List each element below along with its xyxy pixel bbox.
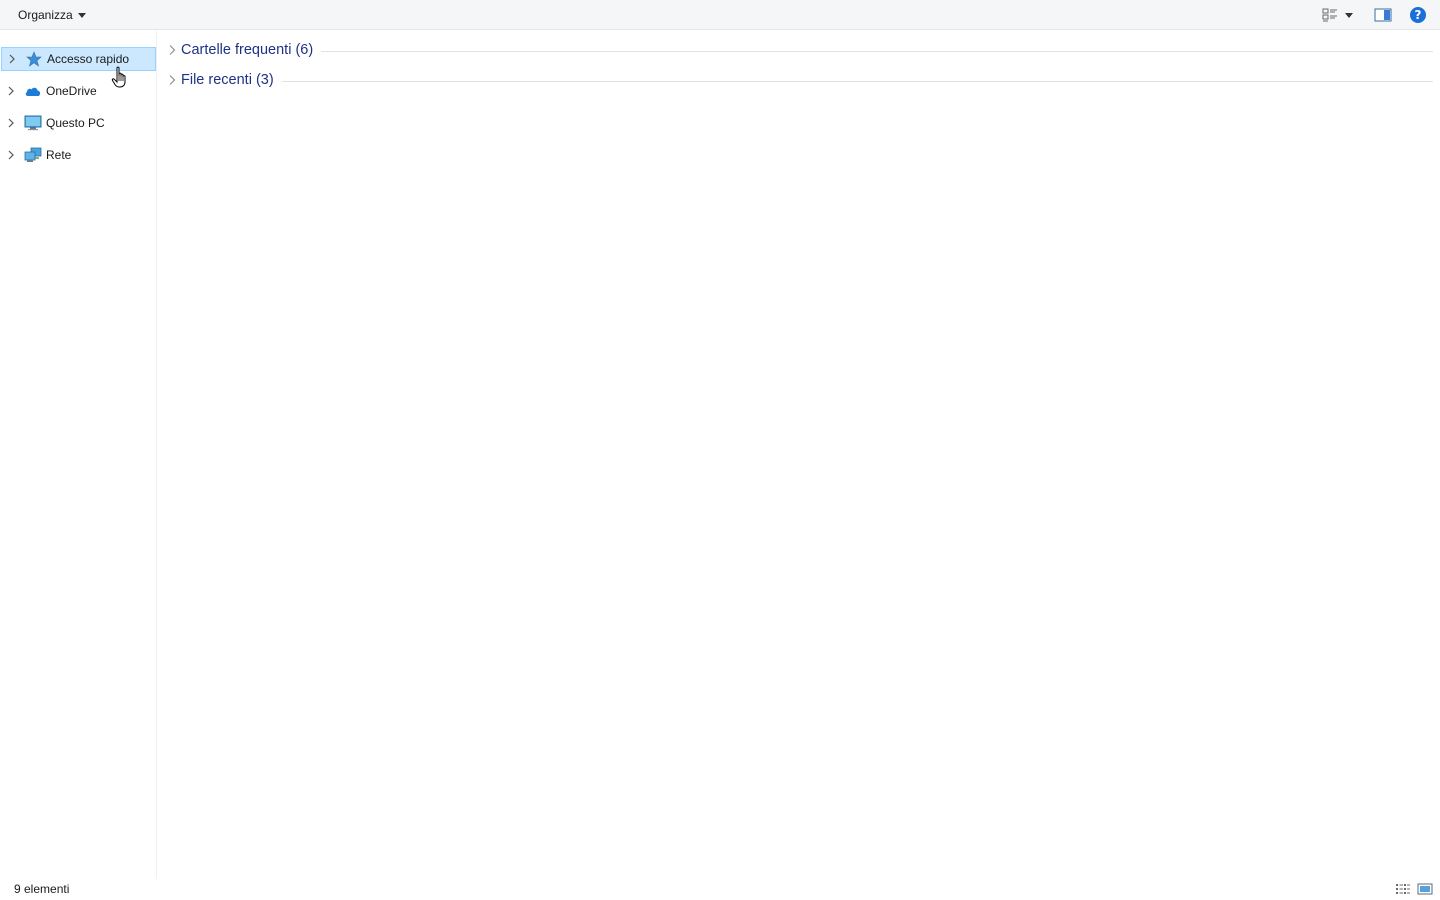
nav-item-accesso-rapido[interactable]: Accesso rapido (1, 47, 156, 71)
group-header-file-recenti[interactable]: File recenti (3) (165, 69, 1433, 91)
organize-button[interactable]: Organizza (12, 4, 92, 26)
nav-item-onedrive[interactable]: OneDrive (1, 79, 156, 103)
file-explorer-window: Organizza ? Accesso rapido OneDrive Ques… (0, 0, 1440, 900)
status-bar: 9 elementi (0, 879, 1440, 900)
navigation-pane: Accesso rapido OneDrive Questo PC Rete (0, 31, 157, 879)
toolbar-right-group: ? (1319, 0, 1440, 30)
details-view-button[interactable] (1394, 881, 1412, 897)
preview-pane-icon (1374, 8, 1392, 22)
network-icon (22, 146, 44, 164)
nav-item-label: Questo PC (46, 116, 105, 130)
chevron-right-icon[interactable] (165, 44, 179, 56)
change-view-button[interactable] (1319, 4, 1341, 26)
preview-pane-button[interactable] (1371, 4, 1395, 26)
large-icons-view-button[interactable] (1416, 881, 1434, 897)
group-header-cartelle-frequenti[interactable]: Cartelle frequenti (6) (165, 39, 1433, 61)
star-icon (23, 50, 45, 68)
large-icons-view-icon (1417, 883, 1433, 895)
chevron-right-icon[interactable] (2, 150, 20, 160)
computer-icon (22, 114, 44, 132)
content-pane: Cartelle frequenti (6) File recenti (3) (157, 31, 1440, 879)
nav-item-rete[interactable]: Rete (1, 143, 156, 167)
nav-item-label: OneDrive (46, 84, 97, 98)
details-view-icon (1396, 884, 1410, 894)
change-view-icon (1322, 8, 1337, 22)
help-icon: ? (1410, 7, 1426, 23)
nav-item-questo-pc[interactable]: Questo PC (1, 111, 156, 135)
group-divider (321, 50, 1433, 52)
organize-label: Organizza (18, 8, 73, 22)
help-button[interactable]: ? (1407, 4, 1429, 26)
svg-text:?: ? (1415, 8, 1422, 22)
chevron-down-icon (77, 13, 86, 18)
chevron-right-icon[interactable] (3, 54, 21, 64)
group-label: Cartelle frequenti (6) (181, 42, 314, 58)
view-options-dropdown[interactable] (1341, 4, 1357, 26)
view-toggle-group (1394, 881, 1434, 897)
nav-item-label: Accesso rapido (47, 52, 130, 66)
chevron-right-icon[interactable] (2, 86, 20, 96)
toolbar: Organizza ? (0, 0, 1440, 30)
chevron-down-icon (1345, 12, 1353, 18)
cloud-icon (22, 82, 44, 100)
group-label: File recenti (3) (181, 72, 274, 88)
chevron-right-icon[interactable] (2, 118, 20, 128)
nav-item-label: Rete (46, 148, 72, 162)
item-count: 9 elementi (14, 882, 70, 896)
group-divider (281, 80, 1433, 82)
chevron-right-icon[interactable] (165, 74, 179, 86)
